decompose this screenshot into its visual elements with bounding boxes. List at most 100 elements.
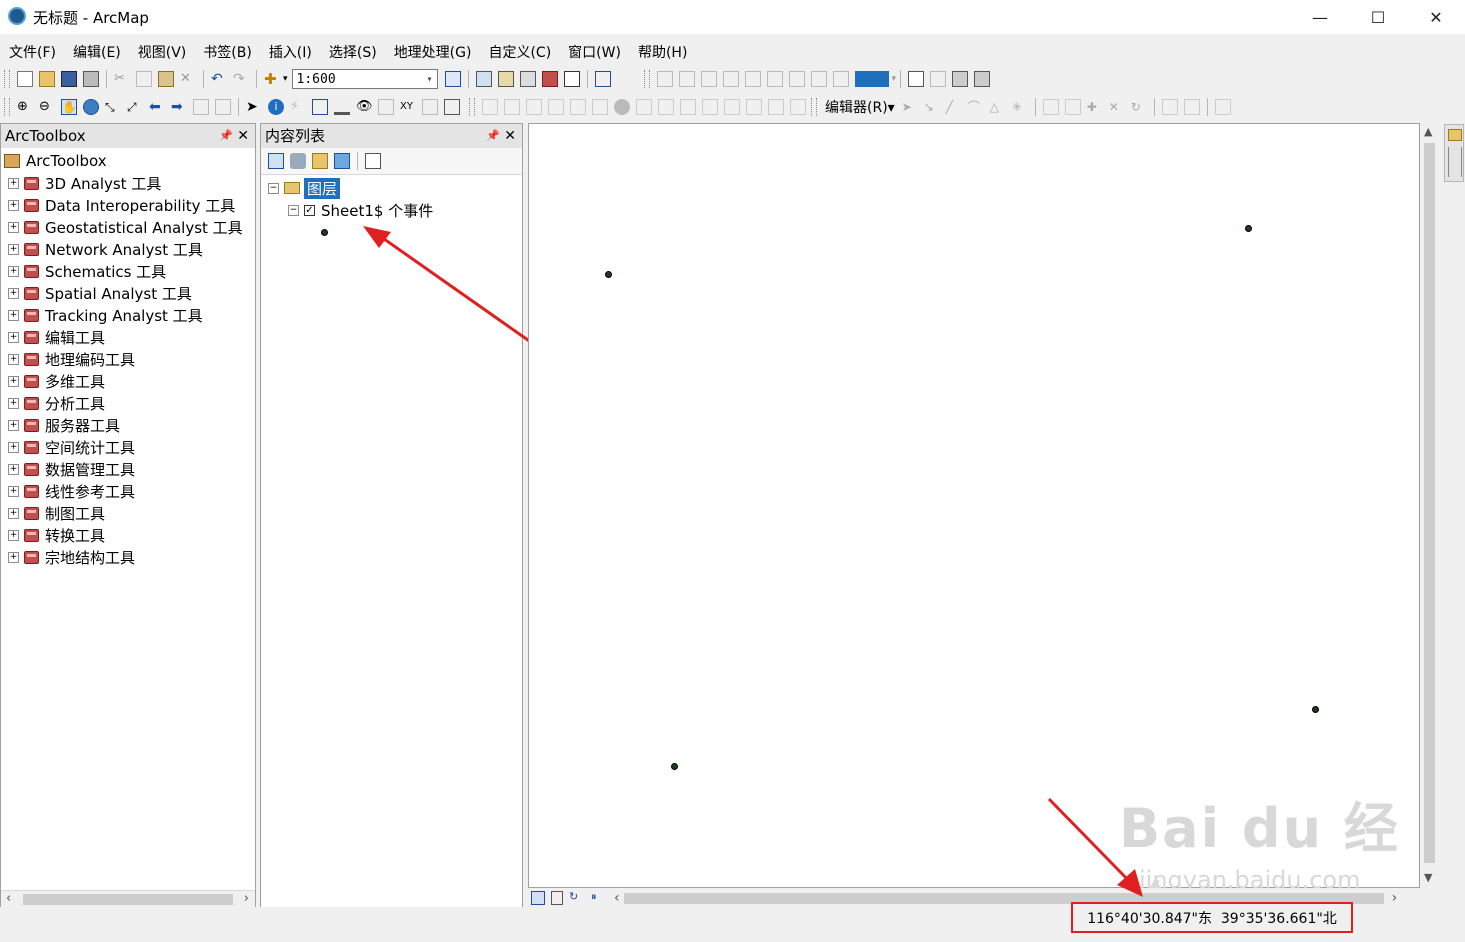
toolbar-grip[interactable] [643,70,650,88]
edit-tool-arrow-icon[interactable]: ➤ [902,99,918,115]
menu-bookmarks[interactable]: 书签(B) [194,38,260,64]
full-extent-globe-icon[interactable] [83,99,99,115]
menu-customize[interactable]: 自定义(C) [479,38,559,64]
cut-icon[interactable]: ✂ [114,71,130,87]
clear-selection-icon[interactable] [215,99,231,115]
split-icon[interactable] [570,99,586,115]
layout-zoom-in-icon[interactable] [656,71,673,87]
pin-icon[interactable]: 📌 [219,124,233,148]
menu-file[interactable]: 文件(F) [0,38,64,64]
menu-geoprocessing[interactable]: 地理处理(G) [385,38,480,64]
back-arrow-icon[interactable]: ⬅ [149,99,165,115]
zoom-in-icon[interactable]: ⊕ [17,99,33,115]
toolbox-item[interactable]: + 编辑工具 [1,326,255,348]
toolbar-grip[interactable] [811,98,817,116]
menu-selection[interactable]: 选择(S) [320,38,385,64]
toolbox-item[interactable]: + 地理编码工具 [1,348,255,370]
layout-zoom-percent-box[interactable] [854,71,889,87]
toolbox-item[interactable]: + 转换工具 [1,524,255,546]
toolbox-item[interactable]: + 服务器工具 [1,414,255,436]
pan-hand-icon[interactable]: ✋ [61,99,77,115]
list-by-selection-icon[interactable] [334,153,350,169]
maximize-button[interactable]: ☐ [1349,0,1407,34]
toolbox-horizontal-scrollbar[interactable]: ‹ › [1,890,255,908]
menu-view[interactable]: 视图(V) [129,38,195,64]
toolbox-item[interactable]: + Schematics 工具 [1,260,255,282]
toolbox-item[interactable]: +3D Analyst 工具 [1,172,255,194]
toggle-draft-mode-icon[interactable] [908,71,925,87]
fixed-zoom-out-icon[interactable]: ⤢ [127,99,143,115]
toolbox-item[interactable]: + 线性参考工具 [1,480,255,502]
expand-icon[interactable]: + [8,331,19,343]
toolbox-item[interactable]: + 数据管理工具 [1,458,255,480]
sketch-properties-window-icon[interactable] [1183,99,1200,115]
zoom-100-icon[interactable] [744,71,761,87]
map-view[interactable]: Bai du 经验 jingyan.baidu.com [528,123,1420,939]
scroll-left-icon[interactable]: ‹ [6,891,11,906]
go-forward-extent-icon[interactable] [832,71,849,87]
find-binoculars-icon[interactable]: 👁 [356,99,373,115]
reshape-icon[interactable] [526,99,542,115]
zoom-out-icon[interactable]: ⊖ [39,99,55,115]
fixed-zoom-out-icon[interactable] [788,71,805,87]
expand-icon[interactable]: + [8,177,19,189]
focus-data-frame-icon[interactable] [930,71,947,87]
forward-arrow-icon[interactable]: ➡ [171,99,187,115]
hyperlink-icon[interactable]: ⚡ [290,99,306,115]
add-data-icon[interactable]: ✚ [264,71,280,87]
expand-icon[interactable]: + [8,507,19,519]
find-route-icon[interactable] [378,99,394,115]
python-window-icon[interactable] [563,71,580,87]
expand-icon[interactable]: + [8,485,19,497]
expand-icon[interactable]: + [8,375,19,387]
expand-icon[interactable]: + [8,199,19,211]
create-viewer-window-icon[interactable] [444,99,460,115]
rotate-tool-icon[interactable]: ↻ [1131,99,1147,115]
layer-visibility-checkbox[interactable]: ✓ [304,204,315,216]
toolbar-grip[interactable] [4,70,10,88]
sphere-icon[interactable] [614,99,630,115]
menu-edit[interactable]: 编辑(E) [64,38,129,64]
arctoolbox-icon[interactable] [541,71,558,87]
editor-toolbar-icon[interactable] [444,71,461,87]
go-back-extent-icon[interactable] [810,71,827,87]
toolbox-item[interactable]: + Data Interoperability 工具 [1,194,255,216]
data-driven-pages-icon[interactable] [974,71,991,87]
layout-view-icon[interactable] [551,891,563,905]
georeferencing-icon[interactable] [724,99,740,115]
map-point[interactable] [1312,706,1319,713]
trace-icon[interactable] [790,99,806,115]
cut-polygon-tool-icon[interactable]: ✚ [1087,99,1103,115]
trace-tool-icon[interactable]: △ [990,99,1006,115]
expand-icon[interactable]: + [8,221,19,233]
create-features-icon[interactable] [702,99,718,115]
expand-icon[interactable]: + [8,419,19,431]
side-dock-tab[interactable] [1444,124,1464,182]
toolbox-item[interactable]: + 制图工具 [1,502,255,524]
zoom-whole-page-icon[interactable] [722,71,739,87]
search-window-icon[interactable] [519,71,536,87]
pause-drawing-icon[interactable]: ⏸ [591,890,607,906]
attributes-icon[interactable] [658,99,674,115]
scroll-down-icon[interactable]: ▼ [1424,871,1432,884]
edit-annotation-icon[interactable]: ↘ [924,99,940,115]
cut-polygons-icon[interactable] [548,99,564,115]
menu-insert[interactable]: 插入(I) [260,38,320,64]
topology-icon[interactable] [636,99,652,115]
editor-menu-button[interactable]: 编辑器(R)▾ [825,97,895,117]
snapping-icon[interactable] [746,99,762,115]
expand-icon[interactable]: + [8,529,19,541]
toc-options-icon[interactable] [365,153,381,169]
create-features-window-icon[interactable] [1214,99,1231,115]
time-slider-icon[interactable] [422,99,438,115]
model-builder-icon[interactable] [594,71,611,87]
layout-zoom-out-icon[interactable] [678,71,695,87]
identify-icon[interactable]: i [268,99,284,115]
expand-icon[interactable]: + [8,441,19,453]
map-vertical-scrollbar[interactable]: ▲ ▼ [1420,123,1439,888]
toc-layers-node[interactable]: − 图层 [261,177,522,199]
straight-segment-icon[interactable]: ╱ [946,99,962,115]
html-popup-icon[interactable] [312,99,328,115]
scroll-left-icon[interactable]: ‹ [614,890,620,906]
map-point[interactable] [1245,225,1252,232]
